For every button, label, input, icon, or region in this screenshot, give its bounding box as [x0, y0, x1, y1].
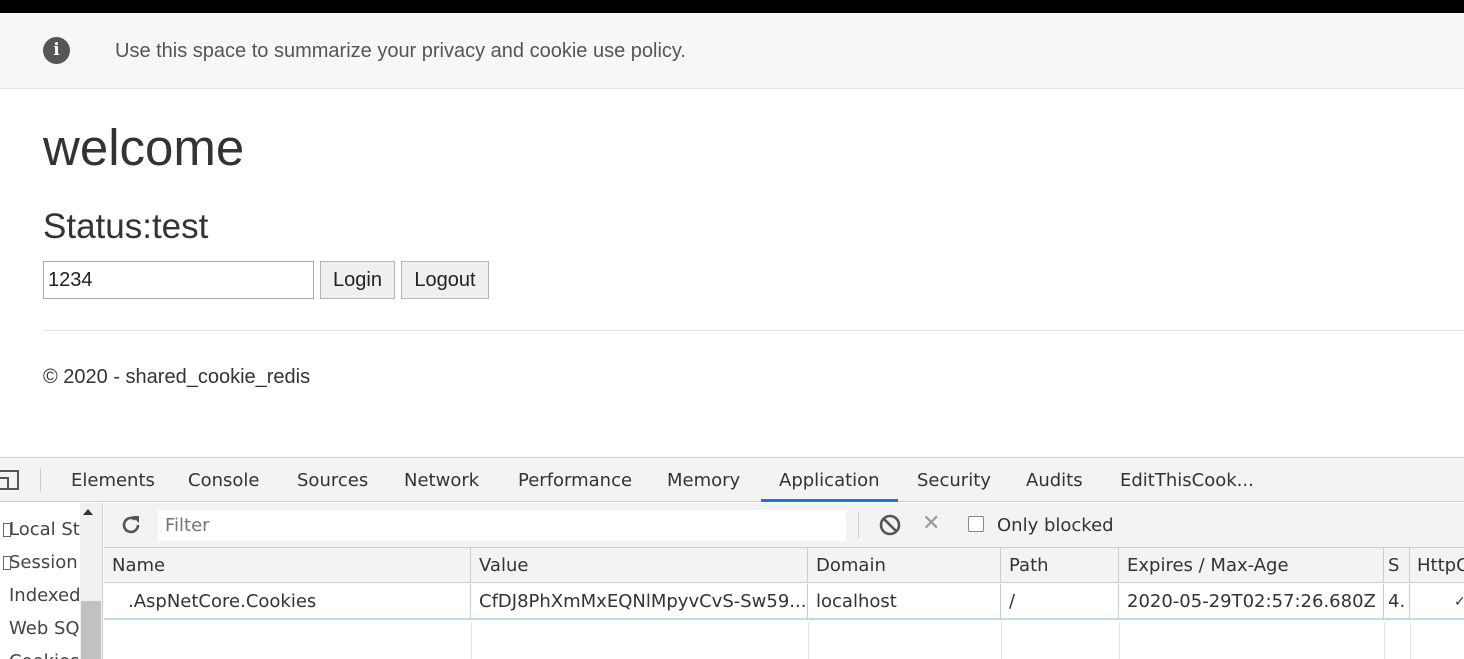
column-divider	[808, 622, 809, 659]
tab-separator	[40, 468, 41, 492]
tab-elements[interactable]: Elements	[71, 470, 155, 491]
tab-security[interactable]: Security	[917, 470, 991, 491]
column-header-expires[interactable]: Expires / Max-Age	[1119, 548, 1384, 583]
sidebar-item-label: Cookies	[9, 651, 79, 659]
devtools-panel: Elements Console Sources Network Perform…	[0, 457, 1464, 659]
filter-input[interactable]	[158, 510, 846, 541]
column-divider	[1384, 622, 1385, 659]
tab-memory[interactable]: Memory	[667, 470, 740, 491]
column-header-name[interactable]: Name	[104, 548, 471, 583]
footer-copyright: © 2020 - shared_cookie_redis	[43, 366, 311, 388]
toolbar-separator	[858, 512, 859, 538]
cookie-httponly-cell: ✓	[1454, 594, 1464, 610]
cookies-pane: ✕ Only blocked Name Value Domain Path Ex…	[104, 503, 1464, 659]
sidebar-item-indexeddb[interactable]: Indexed	[9, 585, 81, 606]
page-title: welcome	[43, 119, 245, 176]
column-divider	[1001, 622, 1002, 659]
status-text: Status:test	[43, 207, 209, 246]
cookies-toolbar: ✕ Only blocked	[104, 503, 1464, 548]
cookie-expires-cell: 2020-05-29T02:57:26.680Z	[1119, 584, 1384, 620]
cookie-policy-text: Use this space to summarize your privacy…	[115, 40, 686, 62]
sidebar-item-label: Web SQ	[9, 618, 80, 639]
tab-console[interactable]: Console	[188, 470, 259, 491]
application-sidebar: Local Sto Session Indexed Web SQ Cookies	[0, 503, 103, 659]
column-header-size[interactable]: S	[1384, 548, 1410, 583]
devtools-tab-bar: Elements Console Sources Network Perform…	[0, 458, 1464, 502]
login-button[interactable]: Login	[320, 261, 395, 299]
sidebar-item-label: Session	[9, 552, 78, 573]
column-divider	[471, 622, 472, 659]
cookie-consent-banner: i Use this space to summarize your priva…	[0, 13, 1464, 89]
sidebar-item-label: Indexed	[9, 585, 81, 606]
storage-icon	[3, 556, 11, 570]
storage-icon	[3, 523, 11, 537]
sidebar-item-label: Local Sto	[9, 519, 91, 540]
scroll-up-arrow-icon[interactable]	[83, 509, 93, 515]
sidebar-item-web-sql[interactable]: Web SQ	[9, 618, 80, 639]
column-header-path[interactable]: Path	[1001, 548, 1119, 583]
column-header-httponly[interactable]: HttpO	[1410, 548, 1464, 583]
refresh-icon[interactable]	[119, 513, 143, 537]
sidebar-item-session-storage[interactable]: Session	[3, 552, 78, 573]
device-toolbar-icon[interactable]	[0, 469, 20, 491]
tab-audits[interactable]: Audits	[1026, 470, 1083, 491]
browser-top-bar	[0, 0, 1464, 13]
info-icon: i	[43, 37, 70, 64]
column-divider	[1410, 622, 1411, 659]
tab-sources[interactable]: Sources	[297, 470, 368, 491]
cookie-path-cell: /	[1001, 584, 1119, 620]
table-empty-area	[104, 622, 1464, 659]
cookie-table-header: Name Value Domain Path Expires / Max-Age…	[104, 548, 1464, 583]
delete-selected-icon[interactable]: ✕	[922, 511, 940, 536]
clear-all-icon[interactable]	[878, 513, 902, 537]
column-header-value[interactable]: Value	[471, 548, 808, 583]
table-row[interactable]: .AspNetCore.Cookies CfDJ8PhXmMxEQNlMpyvC…	[104, 584, 1464, 620]
tab-network[interactable]: Network	[404, 470, 479, 491]
user-id-input[interactable]	[43, 261, 314, 299]
column-header-domain[interactable]: Domain	[808, 548, 1001, 583]
sidebar-scroll-thumb[interactable]	[81, 601, 101, 659]
tab-editthiscookie[interactable]: EditThisCook...	[1120, 470, 1254, 491]
logout-button[interactable]: Logout	[401, 261, 489, 299]
column-divider	[1119, 622, 1120, 659]
active-tab-indicator	[761, 499, 898, 502]
cookie-value-cell: CfDJ8PhXmMxEQNlMpyvCvS-Sw59...	[471, 584, 808, 620]
cookie-name-cell: .AspNetCore.Cookies	[104, 584, 471, 620]
cookie-size-cell: 4.	[1384, 584, 1410, 620]
cookie-domain-cell: localhost	[808, 584, 1001, 620]
only-blocked-checkbox[interactable]	[968, 516, 984, 532]
tab-application[interactable]: Application	[779, 470, 880, 491]
tab-performance[interactable]: Performance	[518, 470, 632, 491]
footer-divider	[43, 330, 1464, 331]
only-blocked-label: Only blocked	[997, 515, 1114, 536]
sidebar-item-local-storage[interactable]: Local Sto	[3, 519, 91, 540]
sidebar-item-cookies[interactable]: Cookies	[9, 651, 79, 659]
